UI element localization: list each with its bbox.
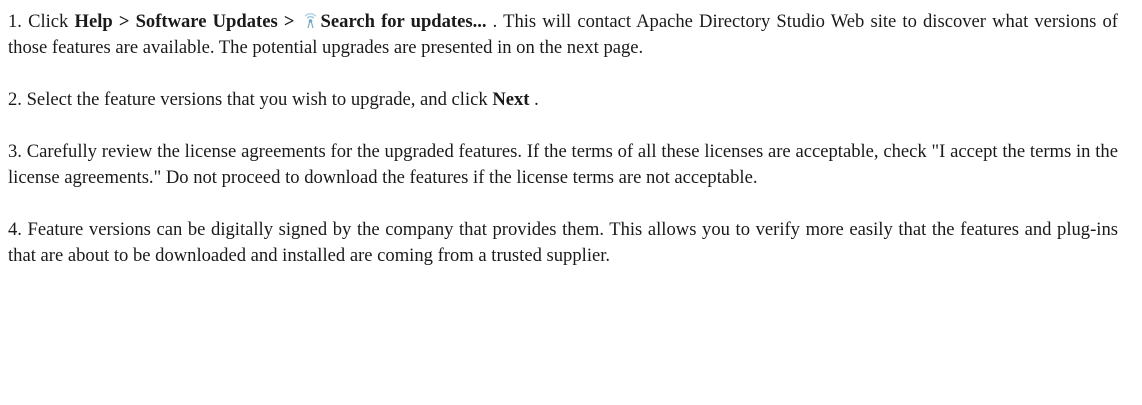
step-2-rest: . — [529, 89, 539, 110]
search-updates-icon — [302, 11, 319, 29]
step-1: 1. Click Help > Software Updates > Searc… — [8, 9, 1118, 61]
menu-help: Help — [74, 11, 113, 32]
help-document: 1. Click Help > Software Updates > Searc… — [0, 0, 1126, 269]
step-2: 2. Select the feature versions that you … — [8, 87, 1118, 113]
menu-separator: > — [112, 11, 136, 32]
step-1-prefix: 1. Click — [8, 11, 75, 32]
menu-search-for-updates: Search for updates... — [320, 11, 487, 32]
menu-separator: > — [277, 11, 301, 32]
step-3: 3. Carefully review the license agreemen… — [8, 141, 1118, 188]
button-next-label: Next — [492, 89, 530, 110]
step-4: 4. Feature versions can be digitally sig… — [8, 219, 1118, 266]
step-2-prefix: 2. Select the feature versions that you … — [8, 89, 493, 110]
menu-software-updates: Software Updates — [135, 11, 278, 32]
